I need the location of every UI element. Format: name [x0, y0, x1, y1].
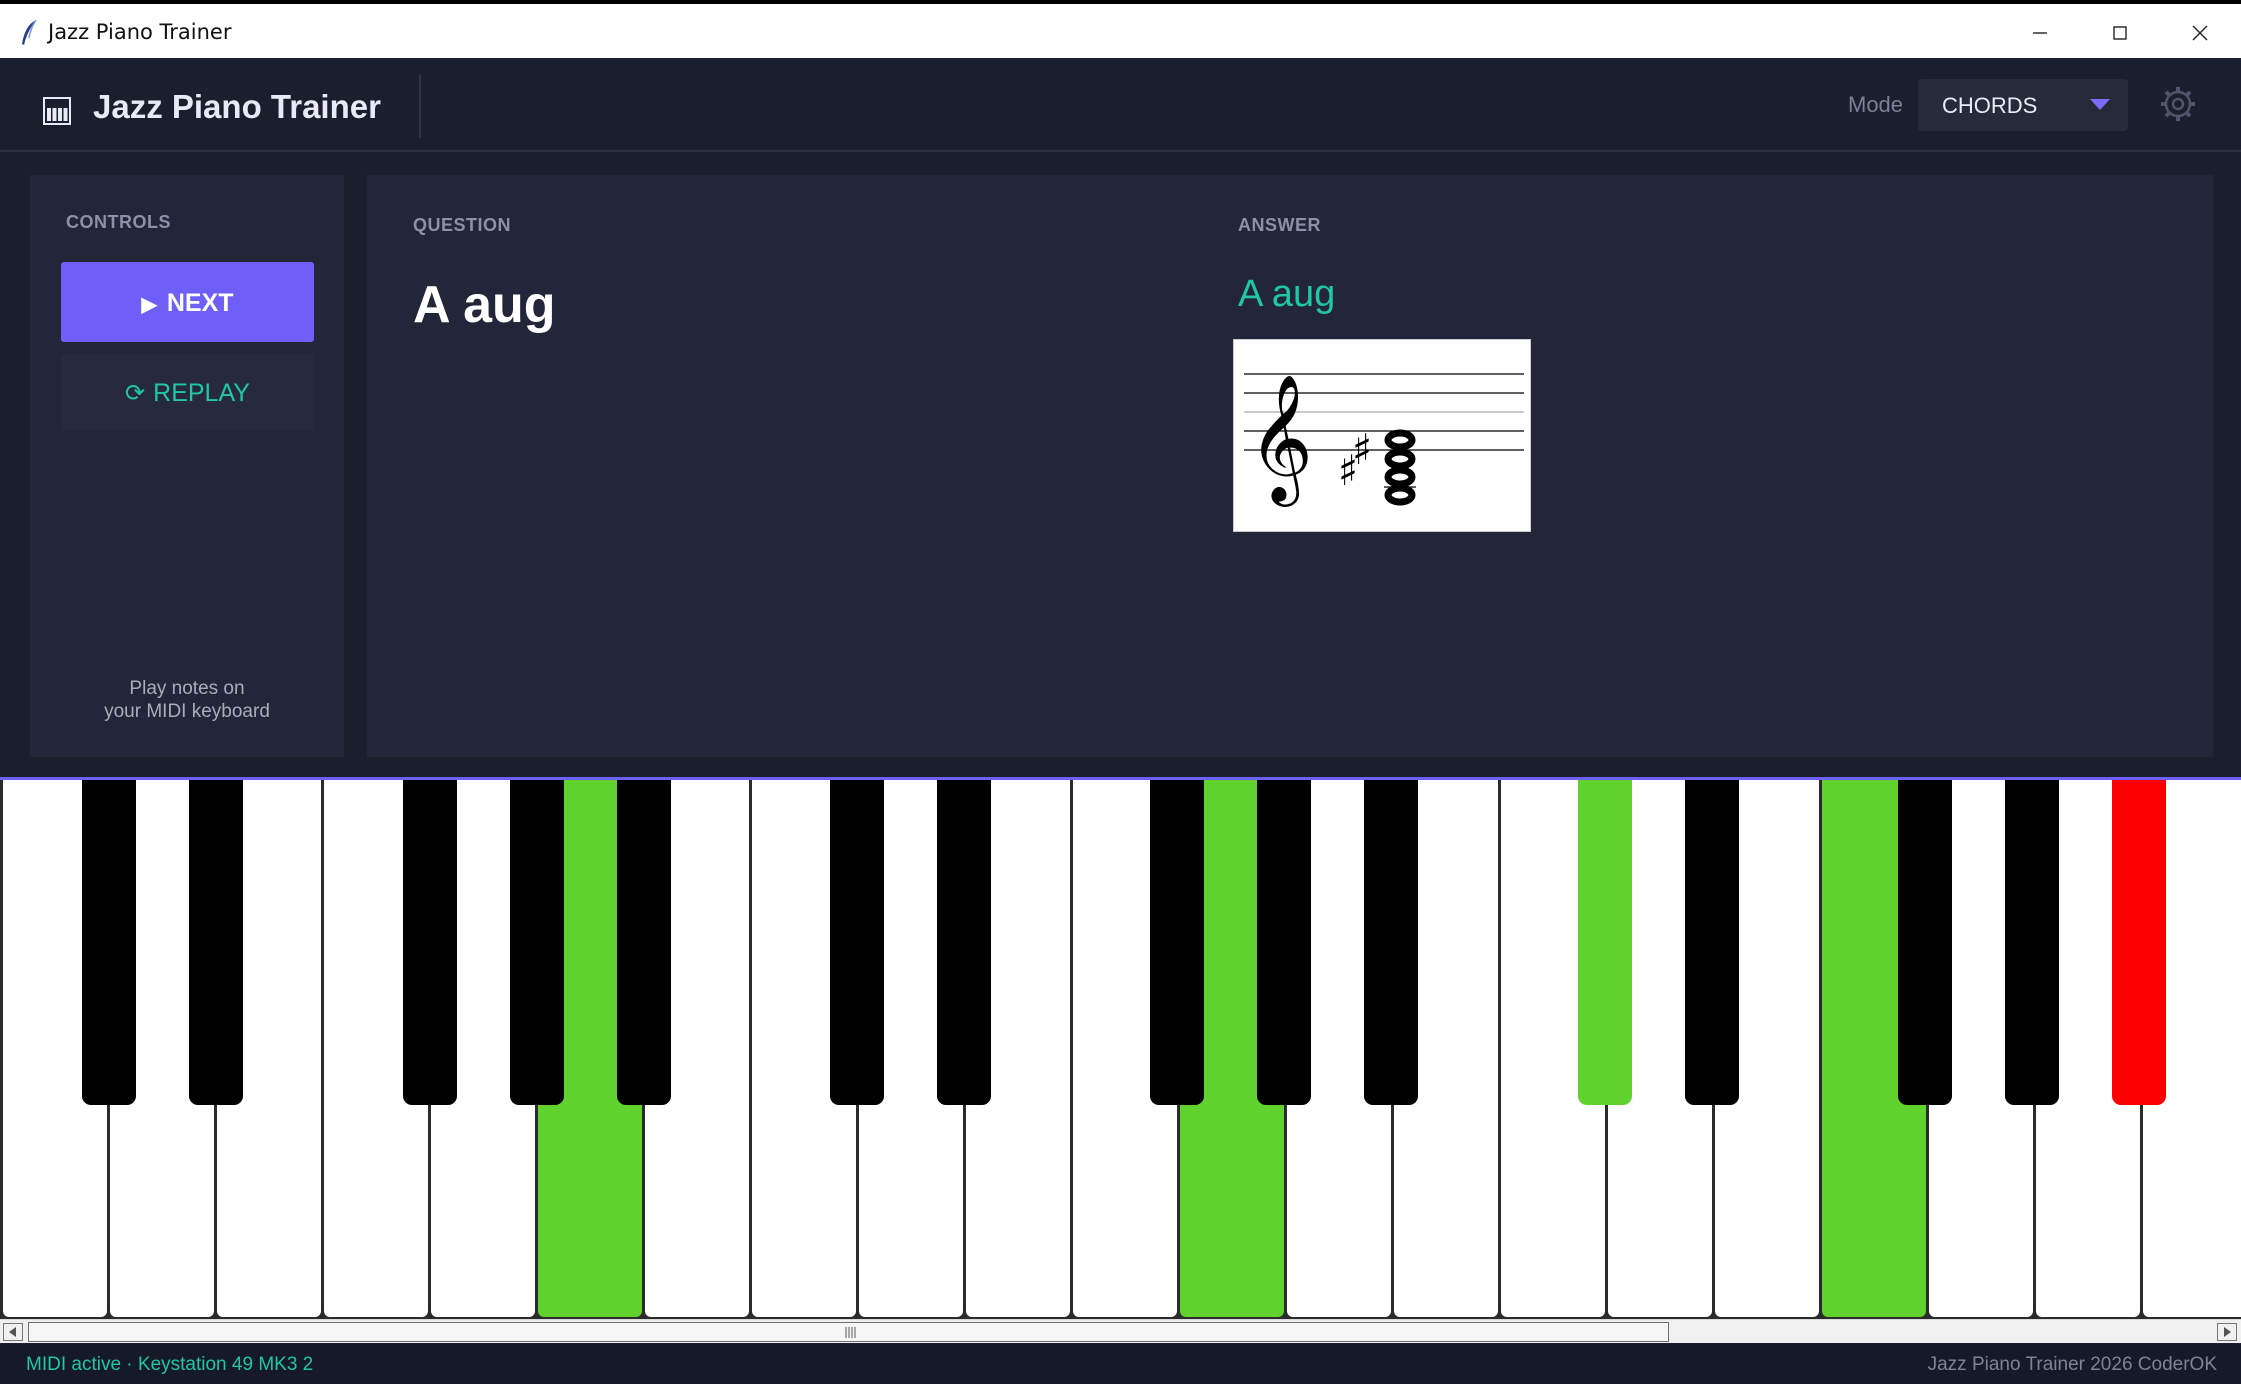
- black-key[interactable]: [830, 780, 884, 1105]
- replay-button-label: REPLAY: [153, 379, 250, 407]
- controls-section-label: CONTROLS: [66, 212, 171, 232]
- play-icon: ▶: [141, 294, 157, 316]
- gear-icon[interactable]: [2160, 86, 2196, 122]
- mode-label: Mode: [1848, 92, 1904, 117]
- black-key[interactable]: [2112, 780, 2166, 1105]
- black-key[interactable]: [1364, 780, 1418, 1105]
- replay-button-content: ⟳ REPLAY: [61, 379, 314, 408]
- black-key[interactable]: [617, 780, 671, 1105]
- note-head: [1384, 484, 1416, 506]
- next-button-label: NEXT: [166, 289, 234, 317]
- black-key[interactable]: [2005, 780, 2059, 1105]
- scroll-right-button[interactable]: [2217, 1323, 2237, 1341]
- controls-panel: CONTROLS ▶ NEXT ⟳ REPLAY Play notes on you…: [30, 175, 344, 757]
- minimize-button[interactable]: [2000, 8, 2080, 58]
- hint-line-1: Play notes on: [129, 678, 245, 699]
- close-button[interactable]: [2160, 8, 2240, 58]
- sharp-symbol: ♯: [1352, 425, 1372, 474]
- question-text: A aug: [413, 276, 556, 334]
- close-icon: [2192, 25, 2208, 41]
- treble-clef: 𝄞: [1248, 373, 1313, 507]
- chevron-down-icon: [2090, 99, 2110, 110]
- scrollbar-thumb[interactable]: [28, 1322, 1669, 1342]
- window-title: Jazz Piano Trainer: [48, 20, 232, 44]
- piano-icon: [43, 97, 71, 125]
- midi-status: MIDI active · Keystation 49 MK3 2: [26, 1354, 314, 1375]
- app-title: Jazz Piano Trainer: [93, 88, 381, 125]
- black-key[interactable]: [1685, 780, 1739, 1105]
- status-bar: MIDI active · Keystation 49 MK3 2 Jazz P…: [0, 1344, 2241, 1384]
- answer-section-label: ANSWER: [1238, 215, 1321, 235]
- chord-notation: 𝄞 ♯ ♯: [1244, 373, 1524, 507]
- hint-line-2: your MIDI keyboard: [104, 701, 270, 722]
- black-key[interactable]: [937, 780, 991, 1105]
- next-button-content: ▶ NEXT: [61, 289, 314, 318]
- black-key[interactable]: [510, 780, 564, 1105]
- refresh-icon: ⟳: [125, 380, 146, 407]
- note-head: [1384, 466, 1416, 488]
- header-divider: [419, 74, 421, 138]
- piano-keyboard[interactable]: [0, 780, 2241, 1319]
- mode-value: CHORDS: [1942, 93, 2038, 118]
- note-head: [1384, 429, 1416, 451]
- scroll-right-icon: [2224, 1327, 2231, 1337]
- black-key[interactable]: [403, 780, 457, 1105]
- black-key[interactable]: [1150, 780, 1204, 1105]
- maximize-icon: [2113, 26, 2127, 40]
- quiz-panel: QUESTION A aug ANSWER A aug 𝄞 ♯ ♯: [367, 175, 2213, 757]
- scroll-left-button[interactable]: [3, 1323, 23, 1341]
- copyright-text: Jazz Piano Trainer 2026 CoderOK: [1927, 1354, 2217, 1375]
- window-titlebar: Jazz Piano Trainer: [0, 0, 2241, 58]
- notation-image: 𝄞 ♯ ♯: [1233, 339, 1531, 532]
- black-key[interactable]: [1578, 780, 1632, 1105]
- black-key[interactable]: [189, 780, 243, 1105]
- note-head: [1384, 448, 1416, 470]
- horizontal-scrollbar[interactable]: [0, 1319, 2241, 1343]
- question-section-label: QUESTION: [413, 215, 512, 235]
- black-key[interactable]: [82, 780, 136, 1105]
- app-header: Jazz Piano Trainer Mode CHORDS: [0, 58, 2241, 152]
- black-key[interactable]: [1257, 780, 1311, 1105]
- minimize-icon: [2033, 32, 2047, 34]
- replay-button[interactable]: ⟳ REPLAY: [61, 355, 314, 431]
- midi-hint: Play notes on your MIDI keyboard: [30, 677, 344, 723]
- feather-icon: [22, 19, 37, 45]
- black-key[interactable]: [1898, 780, 1952, 1105]
- scroll-left-icon: [9, 1327, 16, 1337]
- grip-icon: [845, 1327, 856, 1338]
- mode-dropdown[interactable]: CHORDS: [1918, 79, 2128, 131]
- maximize-button[interactable]: [2080, 8, 2160, 58]
- answer-text: A aug: [1238, 273, 1336, 315]
- next-button[interactable]: ▶ NEXT: [61, 262, 314, 342]
